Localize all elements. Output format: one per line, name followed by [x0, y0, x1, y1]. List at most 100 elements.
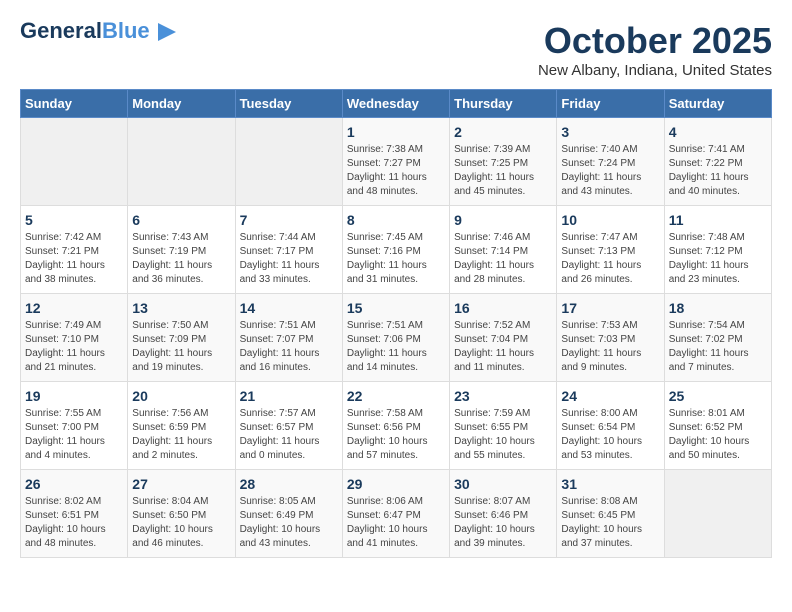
day-number: 23	[454, 388, 552, 404]
day-info: Sunrise: 7:47 AM Sunset: 7:13 PM Dayligh…	[561, 231, 659, 287]
logo-blue: Blue	[102, 18, 150, 43]
day-number: 12	[25, 300, 123, 316]
calendar-week-row: 26 Sunrise: 8:02 AM Sunset: 6:51 PM Dayli…	[21, 470, 772, 558]
day-info: Sunrise: 8:02 AM Sunset: 6:51 PM Dayligh…	[25, 495, 123, 551]
day-number: 19	[25, 388, 123, 404]
calendar-cell: 21Sunrise: 7:57 AM Sunset: 6:57 PM Dayli…	[235, 382, 342, 470]
calendar-cell: 8 Sunrise: 7:45 AM Sunset: 7:16 PM Daylig…	[342, 206, 449, 294]
calendar-week-row: 5 Sunrise: 7:42 AM Sunset: 7:21 PM Daylig…	[21, 206, 772, 294]
logo-text: GeneralBlue	[20, 20, 176, 42]
day-number: 27	[132, 476, 230, 492]
calendar-cell: 5 Sunrise: 7:42 AM Sunset: 7:21 PM Daylig…	[21, 206, 128, 294]
calendar-cell: 13 Sunrise: 7:50 AM Sunset: 7:09 PM Dayli…	[128, 294, 235, 382]
calendar-cell: 27 Sunrise: 8:04 AM Sunset: 6:50 PM Dayli…	[128, 470, 235, 558]
day-number: 3	[561, 124, 659, 140]
day-header-monday: Monday	[128, 90, 235, 118]
day-info: Sunrise: 8:00 AM Sunset: 6:54 PM Dayligh…	[561, 407, 659, 463]
day-number: 4	[669, 124, 767, 140]
day-number: 11	[669, 212, 767, 228]
calendar-week-row: 1 Sunrise: 7:38 AM Sunset: 7:27 PM Daylig…	[21, 118, 772, 206]
day-info: Sunrise: 7:40 AM Sunset: 7:24 PM Dayligh…	[561, 143, 659, 199]
day-info: Sunrise: 7:54 AM Sunset: 7:02 PM Dayligh…	[669, 319, 767, 375]
day-number: 15	[347, 300, 445, 316]
day-info: Sunrise: 7:59 AM Sunset: 6:55 PM Dayligh…	[454, 407, 552, 463]
day-number: 1	[347, 124, 445, 140]
day-info: Sunrise: 7:49 AM Sunset: 7:10 PM Dayligh…	[25, 319, 123, 375]
day-number: 31	[561, 476, 659, 492]
day-header-sunday: Sunday	[21, 90, 128, 118]
location: New Albany, Indiana, United States	[538, 62, 772, 79]
page-header: GeneralBlue October 2025 New Albany, Ind…	[20, 20, 772, 79]
calendar-cell	[235, 118, 342, 206]
calendar-cell: 26 Sunrise: 8:02 AM Sunset: 6:51 PM Dayli…	[21, 470, 128, 558]
calendar-header-row: SundayMondayTuesdayWednesdayThursdayFrid…	[21, 90, 772, 118]
day-info: Sunrise: 7:39 AM Sunset: 7:25 PM Dayligh…	[454, 143, 552, 199]
calendar-cell: 14 Sunrise: 7:51 AM Sunset: 7:07 PM Dayli…	[235, 294, 342, 382]
day-info: Sunrise: 7:41 AM Sunset: 7:22 PM Dayligh…	[669, 143, 767, 199]
day-info: Sunrise: 7:51 AM Sunset: 7:07 PM Dayligh…	[240, 319, 338, 375]
calendar-cell: 24Sunrise: 8:00 AM Sunset: 6:54 PM Dayli…	[557, 382, 664, 470]
title-area: October 2025 New Albany, Indiana, United…	[538, 20, 772, 79]
calendar-cell: 1 Sunrise: 7:38 AM Sunset: 7:27 PM Daylig…	[342, 118, 449, 206]
calendar-week-row: 19 Sunrise: 7:55 AM Sunset: 7:00 PM Dayli…	[21, 382, 772, 470]
calendar-cell: 10 Sunrise: 7:47 AM Sunset: 7:13 PM Dayli…	[557, 206, 664, 294]
calendar-cell	[21, 118, 128, 206]
day-info: Sunrise: 7:50 AM Sunset: 7:09 PM Dayligh…	[132, 319, 230, 375]
day-number: 5	[25, 212, 123, 228]
day-info: Sunrise: 8:08 AM Sunset: 6:45 PM Dayligh…	[561, 495, 659, 551]
day-number: 14	[240, 300, 338, 316]
calendar-cell: 29Sunrise: 8:06 AM Sunset: 6:47 PM Dayli…	[342, 470, 449, 558]
day-number: 25	[669, 388, 767, 404]
day-number: 8	[347, 212, 445, 228]
calendar-cell: 31 Sunrise: 8:08 AM Sunset: 6:45 PM Dayli…	[557, 470, 664, 558]
day-number: 20	[132, 388, 230, 404]
day-info: Sunrise: 7:46 AM Sunset: 7:14 PM Dayligh…	[454, 231, 552, 287]
logo-general: General	[20, 18, 102, 43]
calendar-cell: 2 Sunrise: 7:39 AM Sunset: 7:25 PM Daylig…	[450, 118, 557, 206]
calendar-cell: 25Sunrise: 8:01 AM Sunset: 6:52 PM Dayli…	[664, 382, 771, 470]
day-info: Sunrise: 7:51 AM Sunset: 7:06 PM Dayligh…	[347, 319, 445, 375]
calendar-cell	[664, 470, 771, 558]
calendar-cell: 12 Sunrise: 7:49 AM Sunset: 7:10 PM Dayli…	[21, 294, 128, 382]
calendar-cell: 4 Sunrise: 7:41 AM Sunset: 7:22 PM Daylig…	[664, 118, 771, 206]
day-info: Sunrise: 7:42 AM Sunset: 7:21 PM Dayligh…	[25, 231, 123, 287]
day-info: Sunrise: 7:45 AM Sunset: 7:16 PM Dayligh…	[347, 231, 445, 287]
day-header-tuesday: Tuesday	[235, 90, 342, 118]
day-number: 26	[25, 476, 123, 492]
calendar-cell: 16Sunrise: 7:52 AM Sunset: 7:04 PM Dayli…	[450, 294, 557, 382]
calendar-table: SundayMondayTuesdayWednesdayThursdayFrid…	[20, 89, 772, 558]
calendar-week-row: 12 Sunrise: 7:49 AM Sunset: 7:10 PM Dayli…	[21, 294, 772, 382]
day-number: 10	[561, 212, 659, 228]
calendar-cell: 30 Sunrise: 8:07 AM Sunset: 6:46 PM Dayli…	[450, 470, 557, 558]
month-title: October 2025	[538, 20, 772, 62]
calendar-cell: 22 Sunrise: 7:58 AM Sunset: 6:56 PM Dayli…	[342, 382, 449, 470]
day-info: Sunrise: 7:58 AM Sunset: 6:56 PM Dayligh…	[347, 407, 445, 463]
day-number: 22	[347, 388, 445, 404]
day-header-thursday: Thursday	[450, 90, 557, 118]
calendar-cell: 23 Sunrise: 7:59 AM Sunset: 6:55 PM Dayli…	[450, 382, 557, 470]
day-info: Sunrise: 7:38 AM Sunset: 7:27 PM Dayligh…	[347, 143, 445, 199]
day-number: 13	[132, 300, 230, 316]
day-number: 16	[454, 300, 552, 316]
calendar-cell: 11Sunrise: 7:48 AM Sunset: 7:12 PM Dayli…	[664, 206, 771, 294]
calendar-cell: 6Sunrise: 7:43 AM Sunset: 7:19 PM Daylig…	[128, 206, 235, 294]
day-number: 9	[454, 212, 552, 228]
logo: GeneralBlue	[20, 20, 176, 42]
calendar-cell: 18 Sunrise: 7:54 AM Sunset: 7:02 PM Dayli…	[664, 294, 771, 382]
day-info: Sunrise: 7:55 AM Sunset: 7:00 PM Dayligh…	[25, 407, 123, 463]
day-header-friday: Friday	[557, 90, 664, 118]
day-number: 30	[454, 476, 552, 492]
day-info: Sunrise: 8:04 AM Sunset: 6:50 PM Dayligh…	[132, 495, 230, 551]
day-number: 28	[240, 476, 338, 492]
day-number: 7	[240, 212, 338, 228]
day-number: 2	[454, 124, 552, 140]
calendar-cell: 9 Sunrise: 7:46 AM Sunset: 7:14 PM Daylig…	[450, 206, 557, 294]
day-number: 18	[669, 300, 767, 316]
calendar-cell: 28 Sunrise: 8:05 AM Sunset: 6:49 PM Dayli…	[235, 470, 342, 558]
day-number: 21	[240, 388, 338, 404]
calendar-cell: 19 Sunrise: 7:55 AM Sunset: 7:00 PM Dayli…	[21, 382, 128, 470]
day-info: Sunrise: 7:44 AM Sunset: 7:17 PM Dayligh…	[240, 231, 338, 287]
day-info: Sunrise: 8:05 AM Sunset: 6:49 PM Dayligh…	[240, 495, 338, 551]
calendar-cell: 7 Sunrise: 7:44 AM Sunset: 7:17 PM Daylig…	[235, 206, 342, 294]
day-info: Sunrise: 8:07 AM Sunset: 6:46 PM Dayligh…	[454, 495, 552, 551]
